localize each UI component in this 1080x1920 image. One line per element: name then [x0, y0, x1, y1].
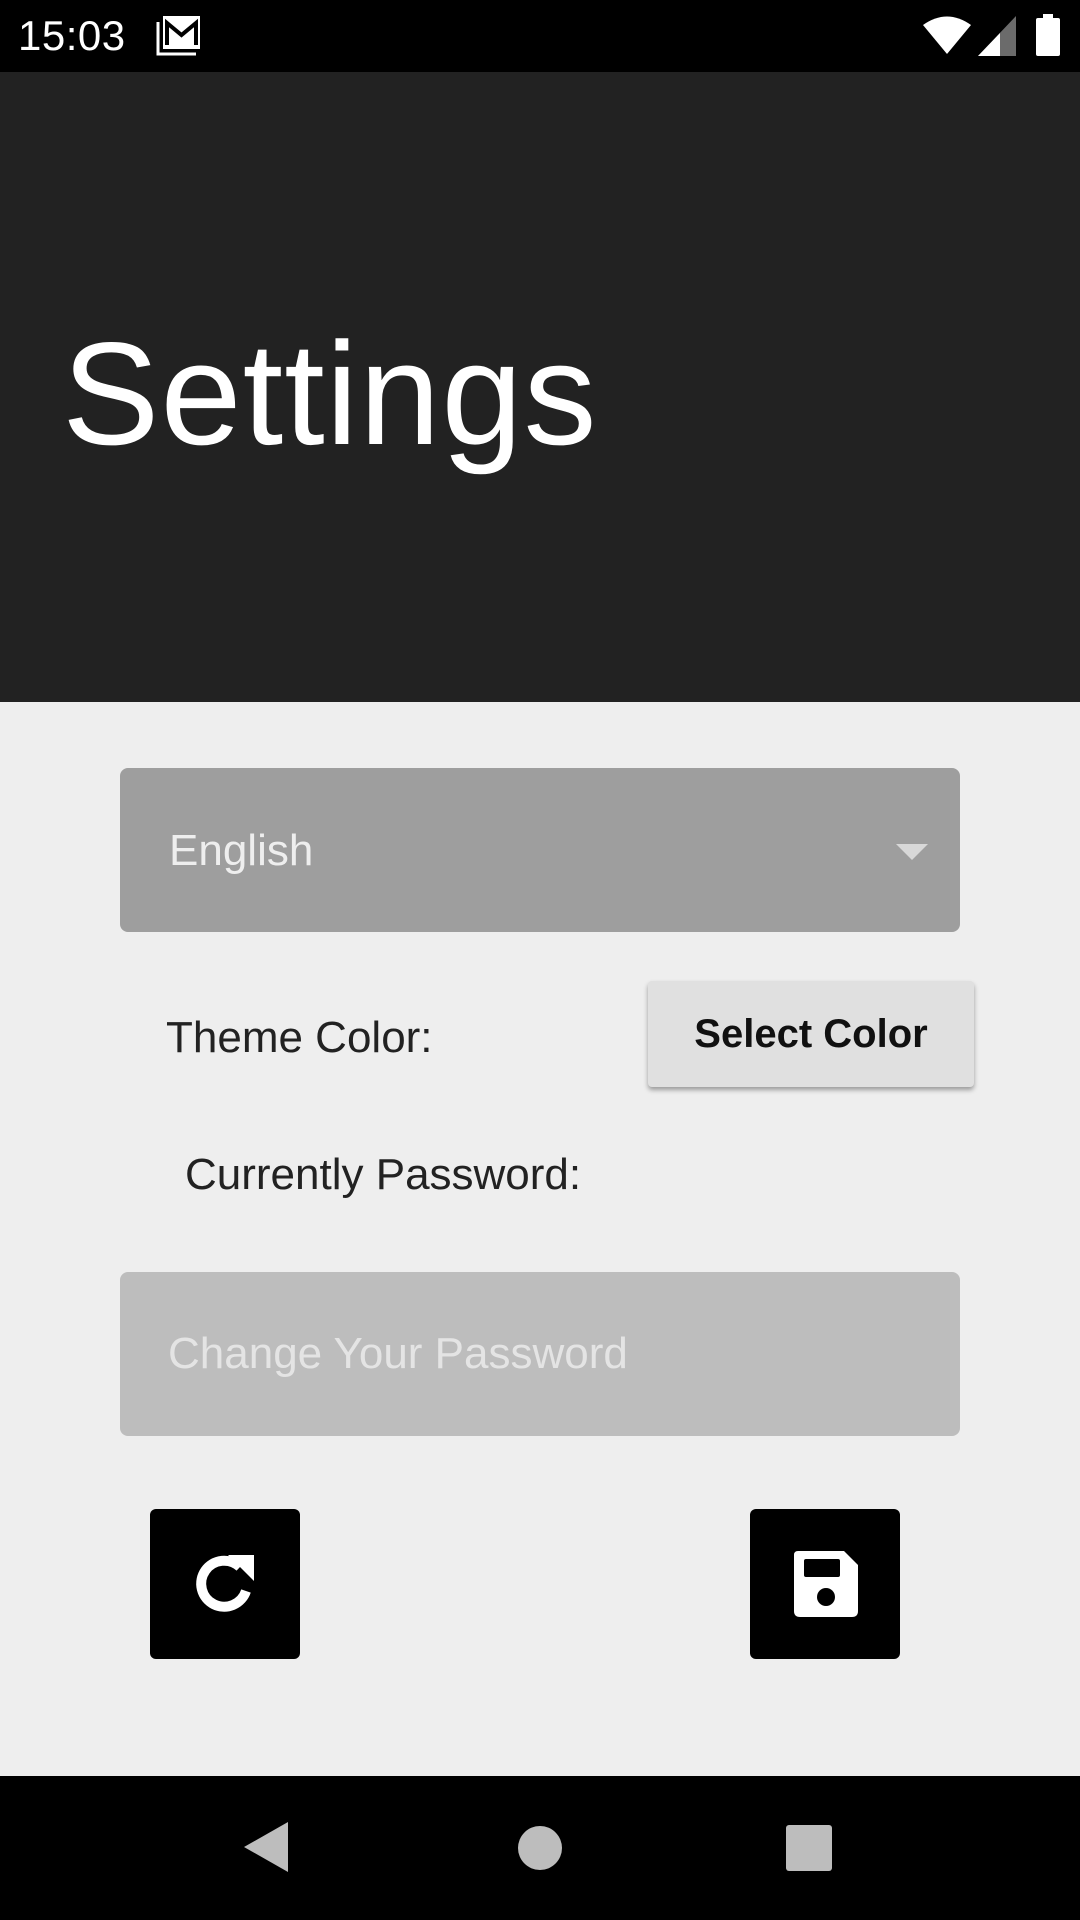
select-color-button[interactable]: Select Color [648, 981, 974, 1087]
language-selected-value: English [169, 826, 314, 875]
back-icon[interactable] [244, 1822, 288, 1872]
home-icon[interactable] [518, 1826, 562, 1870]
refresh-button[interactable] [150, 1509, 300, 1659]
save-button[interactable] [750, 1509, 900, 1659]
status-bar: 15:03 [0, 0, 1080, 72]
header: Settings [0, 72, 1080, 702]
gmail-icon [156, 16, 200, 56]
battery-icon [1036, 14, 1060, 56]
floppy-disk-icon [794, 1551, 858, 1617]
theme-color-label: Theme Color: [166, 1013, 433, 1062]
cell-signal-icon [978, 16, 1016, 56]
refresh-icon [196, 1555, 254, 1612]
current-password-label: Currently Password: [185, 1150, 582, 1199]
language-dropdown[interactable]: English [120, 768, 960, 932]
wifi-icon [923, 16, 971, 54]
status-time: 15:03 [18, 12, 126, 59]
recents-icon[interactable] [786, 1825, 832, 1871]
dropdown-arrow-icon [896, 844, 928, 860]
navigation-bar [0, 1776, 1080, 1920]
change-password-input[interactable] [120, 1272, 960, 1436]
settings-screen: 15:03 Settings English Theme Color: Sele… [0, 0, 1080, 1920]
page-title: Settings [62, 312, 598, 475]
